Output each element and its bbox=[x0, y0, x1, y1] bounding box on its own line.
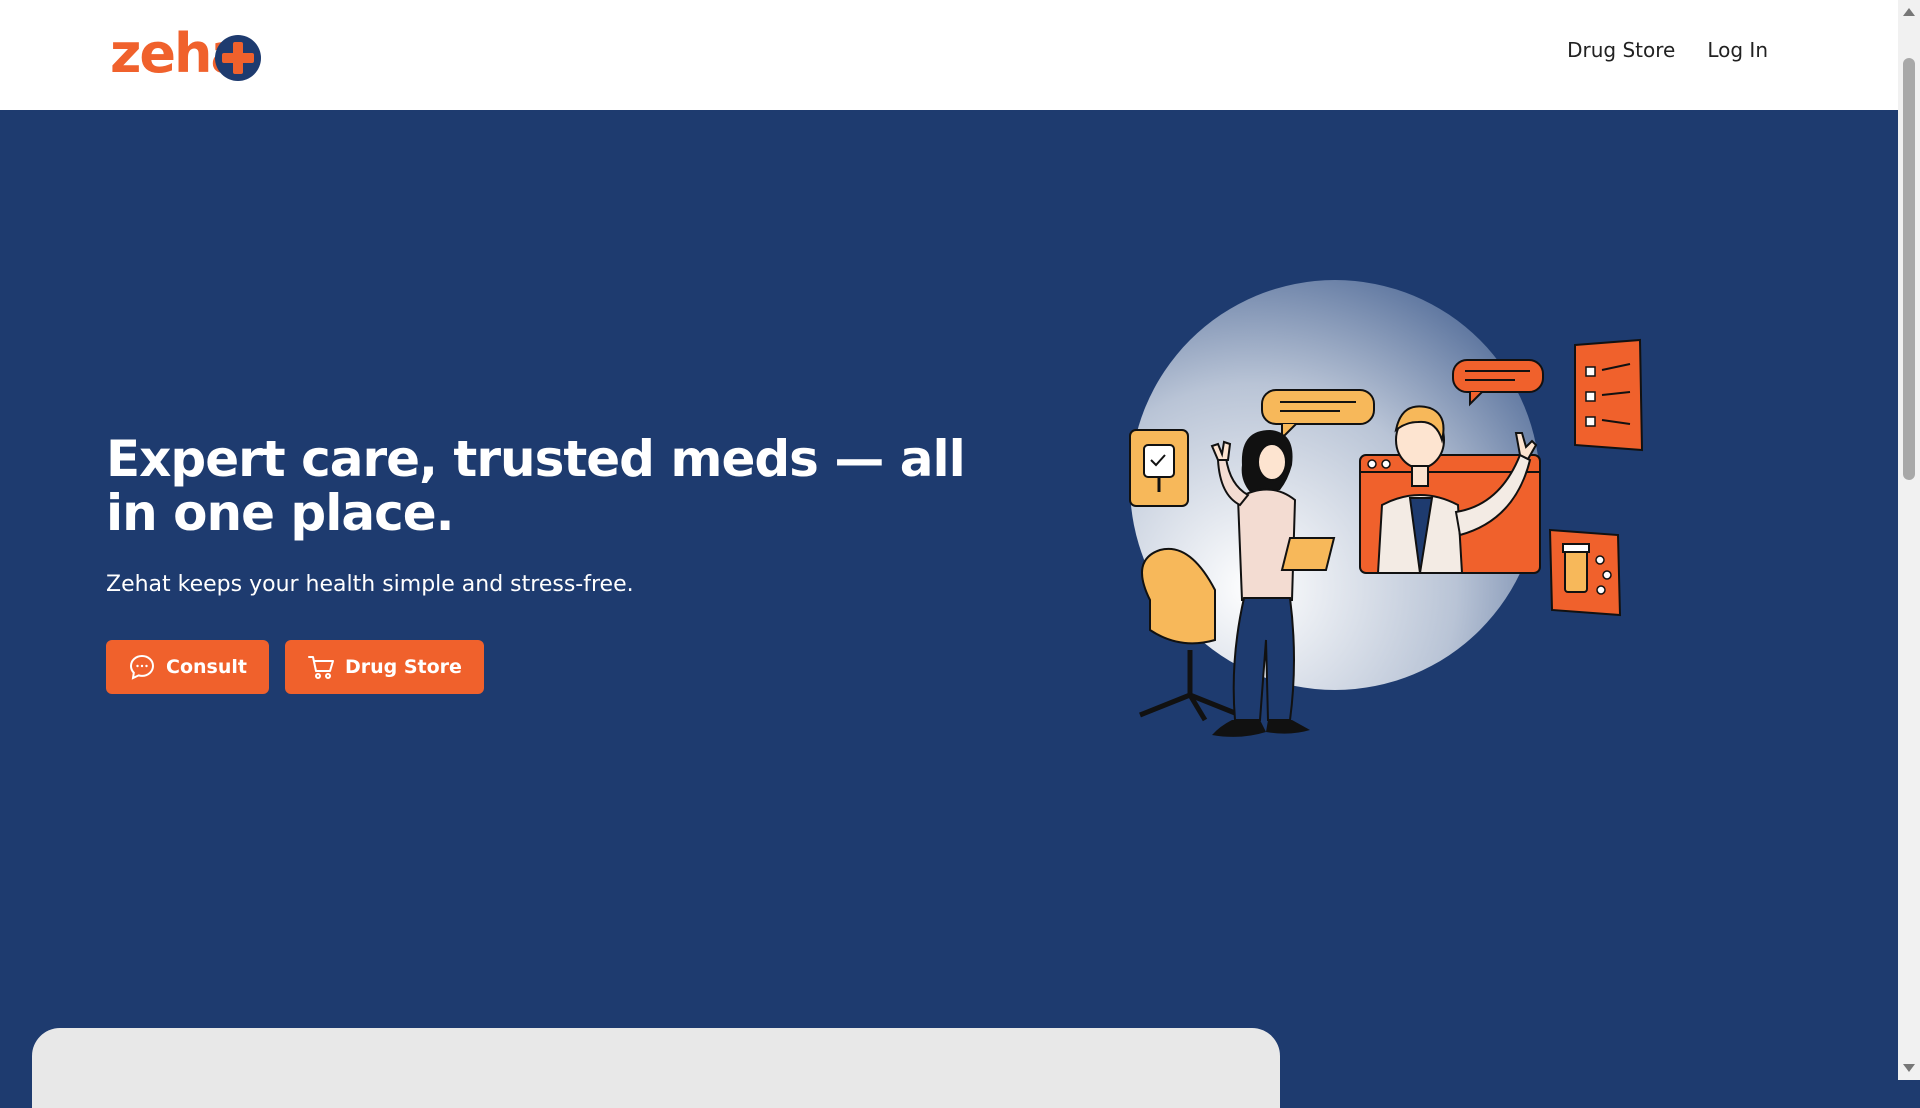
consult-button-label: Consult bbox=[166, 656, 247, 678]
scroll-down-arrow-icon[interactable] bbox=[1898, 1058, 1920, 1078]
shopping-cart-icon bbox=[307, 656, 334, 679]
scroll-up-arrow-icon[interactable] bbox=[1898, 2, 1920, 22]
nav-drug-store-link[interactable]: Drug Store bbox=[1567, 38, 1675, 62]
main-nav: Drug Store Log In bbox=[1567, 38, 1768, 62]
nav-log-in-link[interactable]: Log In bbox=[1707, 38, 1768, 62]
telehealth-illustration bbox=[1129, 280, 1644, 737]
zehat-logo[interactable]: zeha bbox=[110, 24, 262, 86]
medical-plus-icon bbox=[215, 35, 261, 81]
hero-title: Expert care, trusted meds — all in one p… bbox=[106, 430, 966, 542]
glucose-meter-card bbox=[1129, 429, 1189, 507]
page-scrollbar[interactable] bbox=[1898, 0, 1920, 1080]
drug-store-button[interactable]: Drug Store bbox=[284, 640, 484, 694]
chat-bubble-icon bbox=[129, 654, 155, 680]
hero-content: Expert care, trusted meds — all in one p… bbox=[106, 432, 1006, 597]
pill-bottle-card bbox=[1548, 528, 1622, 617]
hero-subtitle: Zehat keeps your health simple and stres… bbox=[106, 572, 634, 597]
checklist-card bbox=[1574, 338, 1644, 452]
consult-button[interactable]: Consult bbox=[106, 640, 269, 694]
hero-actions: Consult Drug Store bbox=[106, 640, 484, 694]
content-card bbox=[32, 1028, 1280, 1108]
drug-store-button-label: Drug Store bbox=[344, 656, 462, 678]
site-header: zeha Drug Store Log In bbox=[0, 0, 1898, 110]
scroll-thumb[interactable] bbox=[1903, 58, 1915, 480]
